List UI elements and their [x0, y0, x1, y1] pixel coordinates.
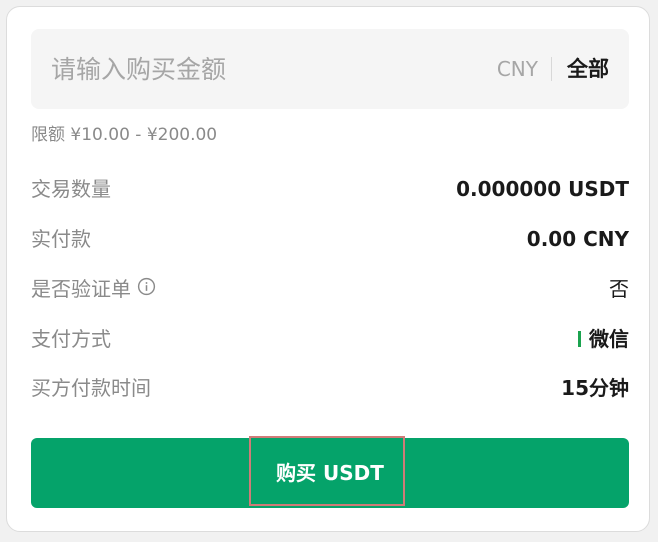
amount-input[interactable] — [31, 29, 461, 109]
payment-time-value: 15分钟 — [561, 376, 629, 400]
buy-button-highlight — [249, 436, 405, 506]
row-payment-method: 支付方式 微信 — [31, 324, 629, 354]
order-card: CNY 全部 限额 ¥10.00 - ¥200.00 交易数量 0.000000… — [6, 6, 650, 532]
row-payment-time: 买方付款时间 15分钟 — [31, 373, 629, 403]
payment-method-value: 微信 — [589, 327, 629, 351]
currency-label: CNY — [496, 57, 538, 81]
wechat-accent-bar — [578, 331, 581, 347]
all-amount-button[interactable]: 全部 — [567, 55, 609, 83]
verify-order-label-wrap: 是否验证单 — [31, 274, 156, 304]
verify-order-label: 是否验证单 — [31, 277, 131, 301]
quantity-label: 交易数量 — [31, 177, 111, 201]
actual-payment-value: 0.00 CNY — [526, 227, 629, 251]
amount-input-box: CNY 全部 — [31, 29, 629, 109]
payment-time-label: 买方付款时间 — [31, 376, 151, 400]
row-actual-payment: 实付款 0.00 CNY — [31, 224, 629, 254]
info-circle-icon[interactable] — [137, 274, 156, 304]
row-quantity: 交易数量 0.000000 USDT — [31, 174, 629, 204]
row-verify-order: 是否验证单 否 — [31, 274, 629, 304]
payment-method-value-wrap: 微信 — [578, 324, 629, 354]
input-divider — [551, 57, 552, 81]
actual-payment-label: 实付款 — [31, 227, 91, 251]
verify-order-value: 否 — [609, 277, 629, 301]
quantity-value: 0.000000 USDT — [456, 177, 629, 201]
buy-usdt-button[interactable]: 购买 USDT — [31, 436, 629, 508]
limit-text: 限额 ¥10.00 - ¥200.00 — [31, 125, 218, 145]
payment-method-label: 支付方式 — [31, 327, 111, 351]
